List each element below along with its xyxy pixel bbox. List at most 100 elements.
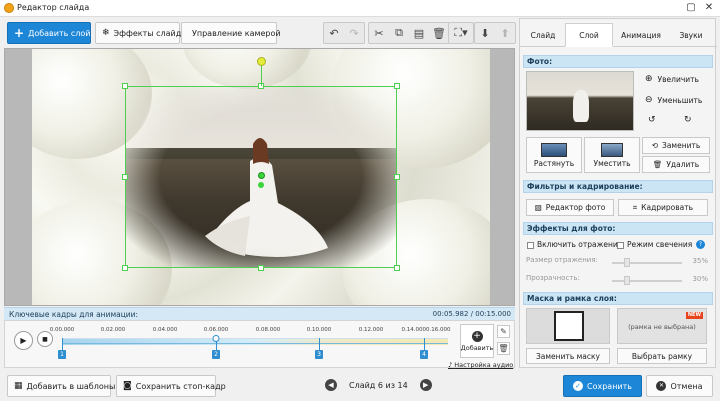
move-up-icon[interactable]: ⬆: [495, 23, 515, 43]
resize-handle[interactable]: [394, 83, 400, 89]
play-button[interactable]: ▶: [14, 331, 33, 350]
zoom-in-control[interactable]: ⊕ Увеличить: [645, 74, 699, 84]
fit-icon: [601, 142, 623, 157]
resize-handle[interactable]: [122, 265, 128, 271]
add-keyframe-button[interactable]: + Добавить: [460, 324, 494, 358]
cancel-label: Отмена: [670, 381, 703, 391]
undo-icon[interactable]: ↶: [324, 23, 344, 43]
glow-checkbox[interactable]: Режим свечения: [617, 240, 692, 249]
save-frame-button[interactable]: ◙ Сохранить стоп-кадр: [116, 375, 226, 397]
anchor-point[interactable]: [258, 172, 265, 179]
delete-button[interactable]: 🗑 Удалить: [642, 156, 710, 173]
resize-handle[interactable]: [122, 174, 128, 180]
keyframes-title: Ключевые кадры для анимации:: [9, 310, 139, 319]
tick-label: 0.12.000: [358, 327, 384, 333]
frame-preview[interactable]: (рамка не выбрана) NEW: [617, 308, 707, 344]
slide-canvas[interactable]: [32, 49, 490, 305]
snowflake-icon: ❄: [102, 27, 110, 38]
cut-icon[interactable]: ✂: [369, 23, 389, 43]
paste-icon[interactable]: ▤: [409, 23, 429, 43]
slider-knob[interactable]: [624, 276, 630, 285]
keyframe-line: [424, 338, 425, 350]
slide-effects-button[interactable]: ❄ Эффекты слайда: [95, 22, 186, 44]
add-layer-button[interactable]: + Добавить слой: [7, 22, 91, 44]
slider-knob[interactable]: [624, 258, 630, 267]
keyframe-line: [62, 338, 63, 350]
redo-icon[interactable]: ↷: [344, 23, 364, 43]
copy-icon[interactable]: ⧉: [389, 23, 409, 43]
tick-label: 0.02.000: [100, 327, 126, 333]
camera-icon: ◙: [123, 380, 132, 391]
new-badge: NEW: [685, 312, 703, 319]
resize-handle[interactable]: [122, 83, 128, 89]
crop-button[interactable]: ⌗ Кадрировать: [618, 199, 708, 216]
transparency-label: Прозрачность:: [526, 274, 580, 282]
stretch-icon: [541, 142, 567, 157]
save-button[interactable]: ✓ Сохранить: [563, 375, 642, 397]
slide-effects-label: Эффекты слайда: [113, 28, 187, 38]
playhead[interactable]: [212, 335, 220, 342]
replace-button[interactable]: ⟲ Заменить: [642, 137, 710, 154]
reflection-check-box[interactable]: [527, 241, 534, 249]
trash-icon[interactable]: 🗑: [429, 23, 449, 43]
close-window-button[interactable]: ✕: [701, 1, 717, 15]
change-mask-button[interactable]: Заменить маску: [526, 348, 610, 364]
keyframe-marker[interactable]: 3: [315, 350, 323, 359]
tab-sounds[interactable]: Звуки: [669, 23, 713, 47]
add-to-templates-label: Добавить в шаблоны: [26, 381, 116, 391]
mask-preview[interactable]: [526, 308, 610, 344]
editor-toolbar: + Добавить слой ❄ Эффекты слайда Управле…: [0, 18, 516, 48]
time-ruler: 0.00.000 0.02.000 0.04.000 0.06.000 0.08…: [50, 327, 451, 337]
rotate-left-icon[interactable]: ↺: [648, 115, 656, 125]
choose-frame-button[interactable]: Выбрать рамку: [617, 348, 707, 364]
fit-screen-icon[interactable]: ⛶▾: [449, 23, 473, 43]
photo-editor-button[interactable]: ▧ Редактор фото: [526, 199, 614, 216]
audio-settings-link[interactable]: ♪ Настройка аудио: [448, 361, 513, 369]
resize-handle[interactable]: [394, 174, 400, 180]
close-circle-icon: ✕: [656, 381, 667, 391]
fit-button[interactable]: Уместить: [584, 137, 640, 173]
delete-label: Удалить: [666, 160, 700, 169]
delete-keyframe-icon[interactable]: 🗑: [497, 342, 510, 355]
resize-handle[interactable]: [258, 265, 264, 271]
photo-section-header: Фото:: [523, 55, 713, 68]
add-to-templates-button[interactable]: ▦ Добавить в шаблоны: [7, 375, 115, 397]
clipboard-group: ✂ ⧉ ▤ 🗑: [368, 22, 450, 44]
edit-keyframe-icon[interactable]: ✎: [497, 325, 510, 338]
cancel-button[interactable]: ✕ Отмена: [646, 375, 713, 397]
app-icon: [4, 3, 14, 13]
reflection-checkbox[interactable]: Включить отражение: [527, 240, 622, 249]
transparency-slider[interactable]: Прозрачность: 30%: [526, 274, 712, 286]
keyframes-timeline: ▶ ■ 0.00.000 0.02.000 0.04.000 0.06.000 …: [4, 320, 515, 369]
slide-counter: Слайд 6 из 14: [349, 380, 408, 390]
photo-thumbnail[interactable]: [526, 71, 634, 131]
maximize-button[interactable]: ▢: [683, 1, 699, 15]
stretch-label: Растянуть: [533, 158, 575, 168]
keyframe-marker[interactable]: 2: [212, 350, 220, 359]
rotation-handle[interactable]: [257, 57, 266, 66]
move-down-icon[interactable]: ⬇: [475, 23, 495, 43]
stretch-button[interactable]: Растянуть: [526, 137, 582, 173]
stop-button[interactable]: ■: [37, 331, 53, 347]
keyframe-marker[interactable]: 4: [420, 350, 428, 359]
tick-label: 0.00.000: [49, 327, 75, 333]
glow-check-box[interactable]: [617, 241, 624, 249]
resize-handle[interactable]: [394, 265, 400, 271]
replace-label: Заменить: [662, 141, 701, 150]
prev-slide-icon[interactable]: ◀: [325, 379, 337, 391]
tab-layer[interactable]: Слой: [565, 23, 613, 47]
help-icon[interactable]: ?: [696, 240, 705, 249]
time-readout: 00:05.982 / 00:15.000: [432, 310, 511, 318]
reflection-size-value: 35%: [692, 257, 708, 265]
next-slide-icon[interactable]: ▶: [419, 379, 432, 391]
rotate-right-icon[interactable]: ↻: [684, 115, 692, 125]
reflection-size-slider[interactable]: Размер отражения: 35%: [526, 256, 712, 268]
tab-slide[interactable]: Слайд: [522, 23, 564, 47]
photo-editor-icon: ▧: [534, 203, 542, 212]
camera-control-button[interactable]: Управление камерой: [181, 22, 281, 44]
zoom-out-control[interactable]: ⊖ Уменьшить: [645, 95, 702, 105]
keyframe-marker[interactable]: 1: [58, 350, 66, 359]
thumbnail-figure: [573, 90, 589, 122]
tab-animation[interactable]: Анимация: [614, 23, 668, 47]
window-title: Редактор слайда: [17, 3, 90, 12]
